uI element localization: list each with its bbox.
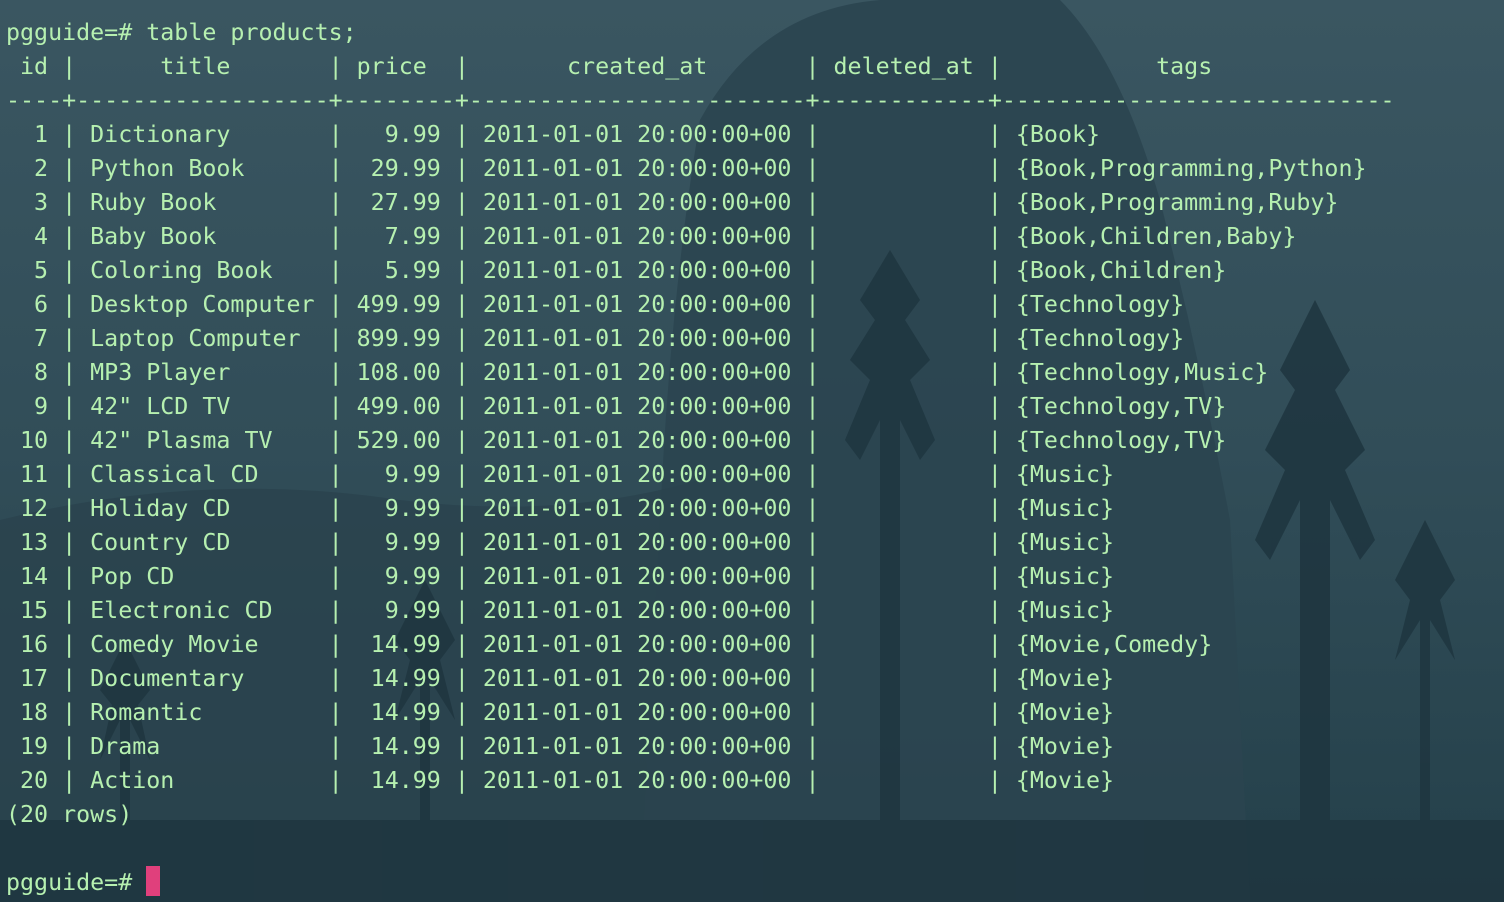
- table-row: 12 | Holiday CD | 9.99 | 2011-01-01 20:0…: [6, 495, 1115, 522]
- table-row: 7 | Laptop Computer | 899.99 | 2011-01-0…: [6, 325, 1185, 352]
- table-row: 18 | Romantic | 14.99 | 2011-01-01 20:00…: [6, 699, 1115, 726]
- table-row: 6 | Desktop Computer | 499.99 | 2011-01-…: [6, 291, 1185, 318]
- table-row: 8 | MP3 Player | 108.00 | 2011-01-01 20:…: [6, 359, 1269, 386]
- prompt-text: pgguide=#: [6, 869, 133, 896]
- table-row: 11 | Classical CD | 9.99 | 2011-01-01 20…: [6, 461, 1115, 488]
- table-row: 5 | Coloring Book | 5.99 | 2011-01-01 20…: [6, 257, 1227, 284]
- table-row: 9 | 42" LCD TV | 499.00 | 2011-01-01 20:…: [6, 393, 1227, 420]
- command-line: pgguide=# table products;: [6, 19, 357, 46]
- table-row: 13 | Country CD | 9.99 | 2011-01-01 20:0…: [6, 529, 1115, 556]
- table-header: id | title | price | created_at | delete…: [6, 53, 1213, 80]
- table-separator: ----+------------------+--------+-------…: [6, 87, 1395, 114]
- table-row: 2 | Python Book | 29.99 | 2011-01-01 20:…: [6, 155, 1367, 182]
- table-row: 14 | Pop CD | 9.99 | 2011-01-01 20:00:00…: [6, 563, 1115, 590]
- table-row: 10 | 42" Plasma TV | 529.00 | 2011-01-01…: [6, 427, 1227, 454]
- row-count: (20 rows): [6, 801, 133, 828]
- table-row: 20 | Action | 14.99 | 2011-01-01 20:00:0…: [6, 767, 1115, 794]
- terminal-window[interactable]: pgguide=# table products; id | title | p…: [0, 0, 1504, 902]
- table-row: 16 | Comedy Movie | 14.99 | 2011-01-01 2…: [6, 631, 1213, 658]
- prompt-line[interactable]: pgguide=#: [6, 866, 161, 900]
- table-row: 17 | Documentary | 14.99 | 2011-01-01 20…: [6, 665, 1115, 692]
- table-row: 3 | Ruby Book | 27.99 | 2011-01-01 20:00…: [6, 189, 1339, 216]
- text-cursor: [146, 866, 161, 896]
- table-row: 4 | Baby Book | 7.99 | 2011-01-01 20:00:…: [6, 223, 1297, 250]
- table-row: 15 | Electronic CD | 9.99 | 2011-01-01 2…: [6, 597, 1115, 624]
- table-row: 19 | Drama | 14.99 | 2011-01-01 20:00:00…: [6, 733, 1115, 760]
- table-row: 1 | Dictionary | 9.99 | 2011-01-01 20:00…: [6, 121, 1101, 148]
